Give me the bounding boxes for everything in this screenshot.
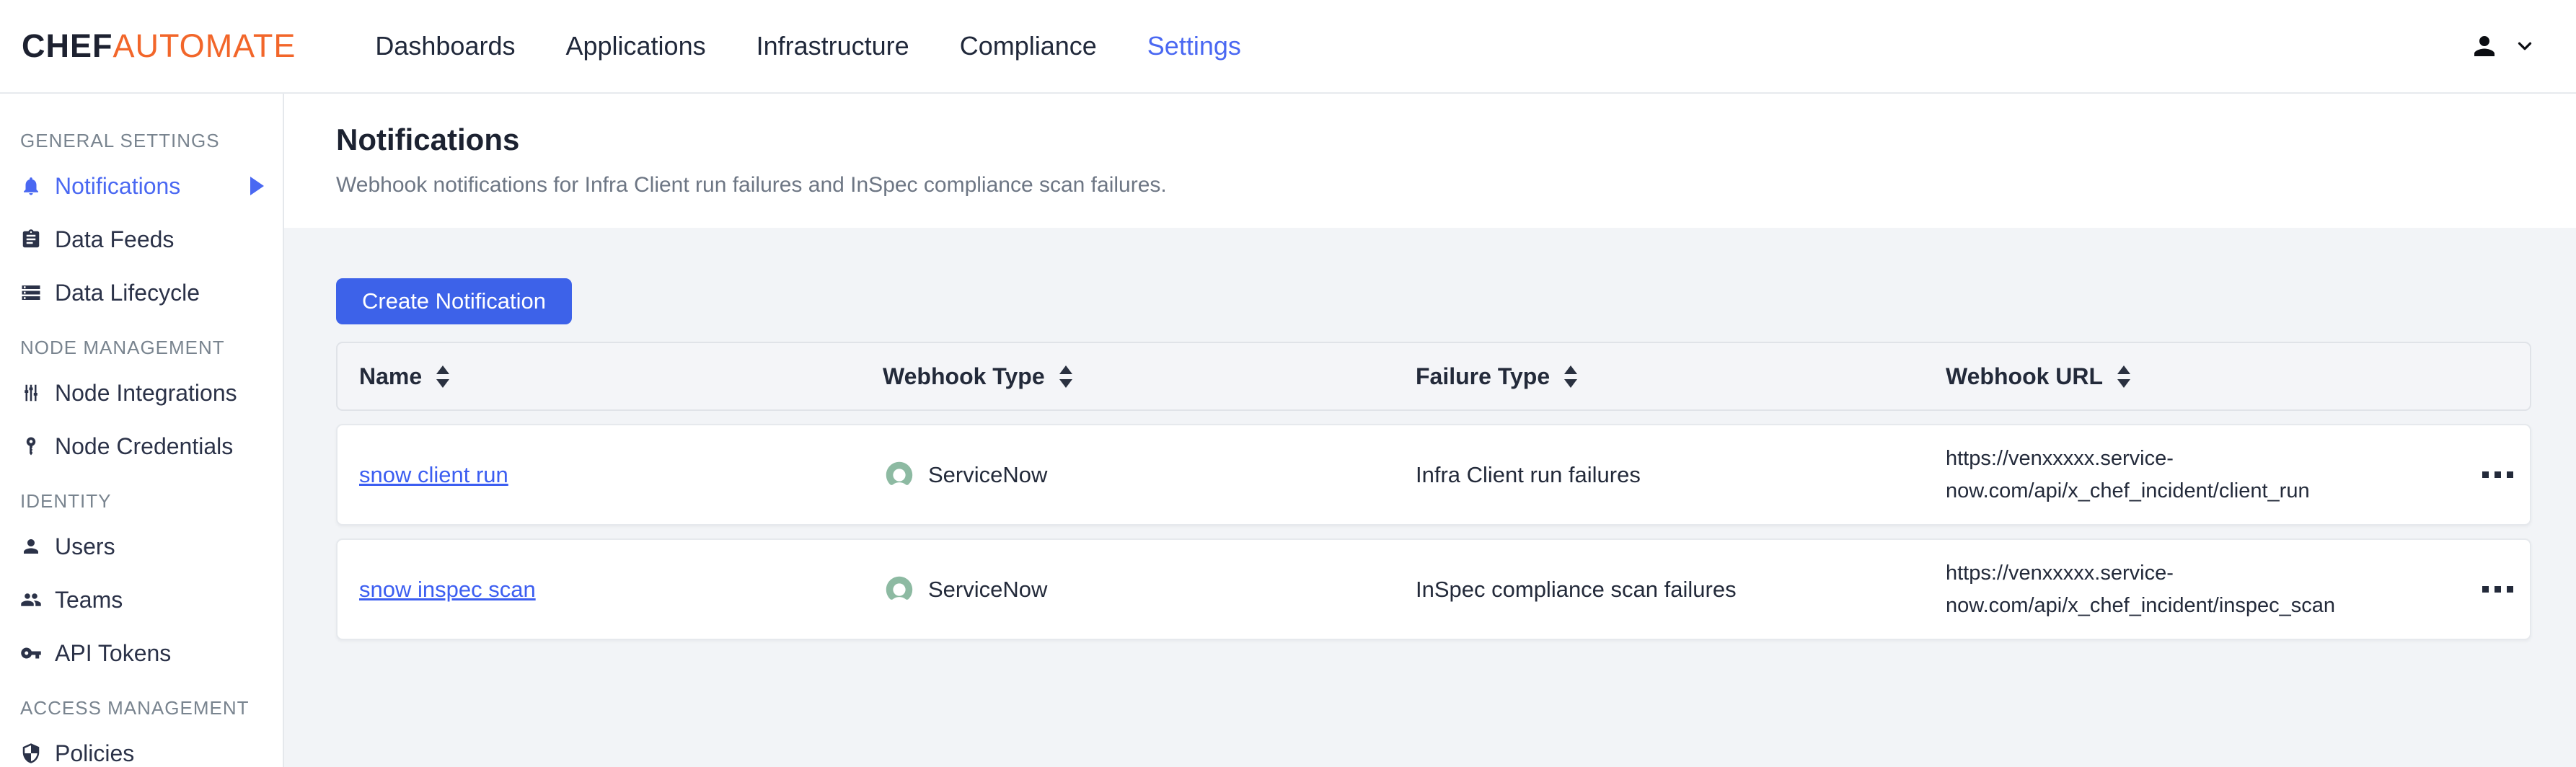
webhook-type-label: ServiceNow [928,577,1047,603]
row-menu-ellipsis-button[interactable] [2458,586,2530,593]
top-navbar: CHEFAUTOMATE Dashboards Applications Inf… [0,0,2576,94]
nav-infrastructure[interactable]: Infrastructure [757,31,909,61]
cell-name: snow inspec scan [338,577,861,603]
bell-icon [20,175,42,197]
cell-failure-type: Infra Client run failures [1394,462,1924,488]
logo-chef: CHEF [22,27,113,64]
person-icon [20,536,42,557]
sidebar-item-node-integrations[interactable]: Node Integrations [0,366,283,420]
sidebar-section-access-management: ACCESS MANAGEMENT [0,680,283,727]
clipboard-icon [20,229,42,250]
cell-failure-type: InSpec compliance scan failures [1394,577,1924,603]
sidebar-section-node-management: NODE MANAGEMENT [0,319,283,366]
sidebar-section-identity: IDENTITY [0,473,283,520]
webhook-url-text: https://venxxxxx.service- now.com/api/x_… [1946,443,2310,507]
sidebar-item-label: API Tokens [55,640,171,667]
table-header-row: Name Webhook Type Failure Type Webhook U… [336,342,2531,411]
cell-webhook-url: https://venxxxxx.service- now.com/api/x_… [1924,557,2458,622]
sidebar-item-notifications[interactable]: Notifications [0,159,283,213]
sidebar-item-label: Data Feeds [55,226,174,253]
page-header: Notifications Webhook notifications for … [284,94,2576,228]
active-item-arrow-icon [250,177,264,195]
people-icon [20,589,42,611]
sort-icon[interactable] [1059,365,1072,388]
sidebar-item-data-feeds[interactable]: Data Feeds [0,213,283,266]
cell-webhook-type: ServiceNow [861,458,1394,492]
servicenow-icon [883,458,916,492]
cell-webhook-url: https://venxxxxx.service- now.com/api/x_… [1924,443,2458,507]
sort-icon[interactable] [1564,365,1577,388]
sidebar-item-teams[interactable]: Teams [0,573,283,626]
cell-webhook-type: ServiceNow [861,573,1394,606]
key-icon [20,642,42,664]
sidebar-item-label: Node Credentials [55,433,233,460]
chevron-down-icon [2514,35,2536,57]
sidebar-item-node-credentials[interactable]: Node Credentials [0,420,283,473]
key-vertical-icon [20,435,42,457]
table-row: snow client run ServiceNow Infra Client … [336,424,2531,526]
sort-icon[interactable] [436,365,449,388]
shield-icon [20,742,42,764]
notifications-table: Name Webhook Type Failure Type Webhook U… [336,342,2531,640]
row-menu-ellipsis-button[interactable] [2458,471,2530,478]
sidebar-item-data-lifecycle[interactable]: Data Lifecycle [0,266,283,319]
column-header-webhook-url[interactable]: Webhook URL [1924,363,2458,390]
sidebar-item-label: Users [55,533,115,560]
logo-automate: AUTOMATE [113,27,296,64]
primary-nav: Dashboards Applications Infrastructure C… [375,31,1241,61]
nav-applications[interactable]: Applications [565,31,705,61]
notification-link[interactable]: snow inspec scan [359,577,536,603]
create-notification-button[interactable]: Create Notification [336,278,572,324]
notifications-panel: Create Notification Name Webhook Type Fa… [284,228,2576,640]
sidebar-item-api-tokens[interactable]: API Tokens [0,626,283,680]
sidebar-item-label: Data Lifecycle [55,280,200,306]
main-content: Notifications Webhook notifications for … [284,94,2576,767]
servicenow-icon [883,573,916,606]
table-row: snow inspec scan ServiceNow InSpec compl… [336,538,2531,640]
column-header-name[interactable]: Name [338,363,861,390]
sliders-icon [20,382,42,404]
storage-icon [20,282,42,303]
sidebar-item-users[interactable]: Users [0,520,283,573]
sidebar-item-label: Node Integrations [55,380,237,407]
sort-icon[interactable] [2117,365,2130,388]
column-header-failure-type[interactable]: Failure Type [1394,363,1924,390]
webhook-type-label: ServiceNow [928,462,1047,488]
settings-sidebar: GENERAL SETTINGS Notifications Data Feed… [0,94,284,767]
nav-dashboards[interactable]: Dashboards [375,31,515,61]
user-menu-button[interactable] [2469,31,2536,61]
sidebar-item-label: Notifications [55,173,180,200]
webhook-url-text: https://venxxxxx.service- now.com/api/x_… [1946,557,2335,622]
cell-name: snow client run [338,462,861,488]
sidebar-item-policies[interactable]: Policies [0,727,283,767]
nav-settings[interactable]: Settings [1147,31,1241,61]
notification-link[interactable]: snow client run [359,462,508,488]
nav-compliance[interactable]: Compliance [960,31,1097,61]
page-subtitle: Webhook notifications for Infra Client r… [336,173,2576,198]
sidebar-section-general-settings: GENERAL SETTINGS [0,112,283,159]
sidebar-item-label: Policies [55,740,134,767]
column-header-webhook-type[interactable]: Webhook Type [861,363,1394,390]
sidebar-item-label: Teams [55,587,123,613]
page-title: Notifications [336,123,2576,157]
person-icon [2469,31,2500,61]
chef-automate-logo[interactable]: CHEFAUTOMATE [22,27,296,65]
